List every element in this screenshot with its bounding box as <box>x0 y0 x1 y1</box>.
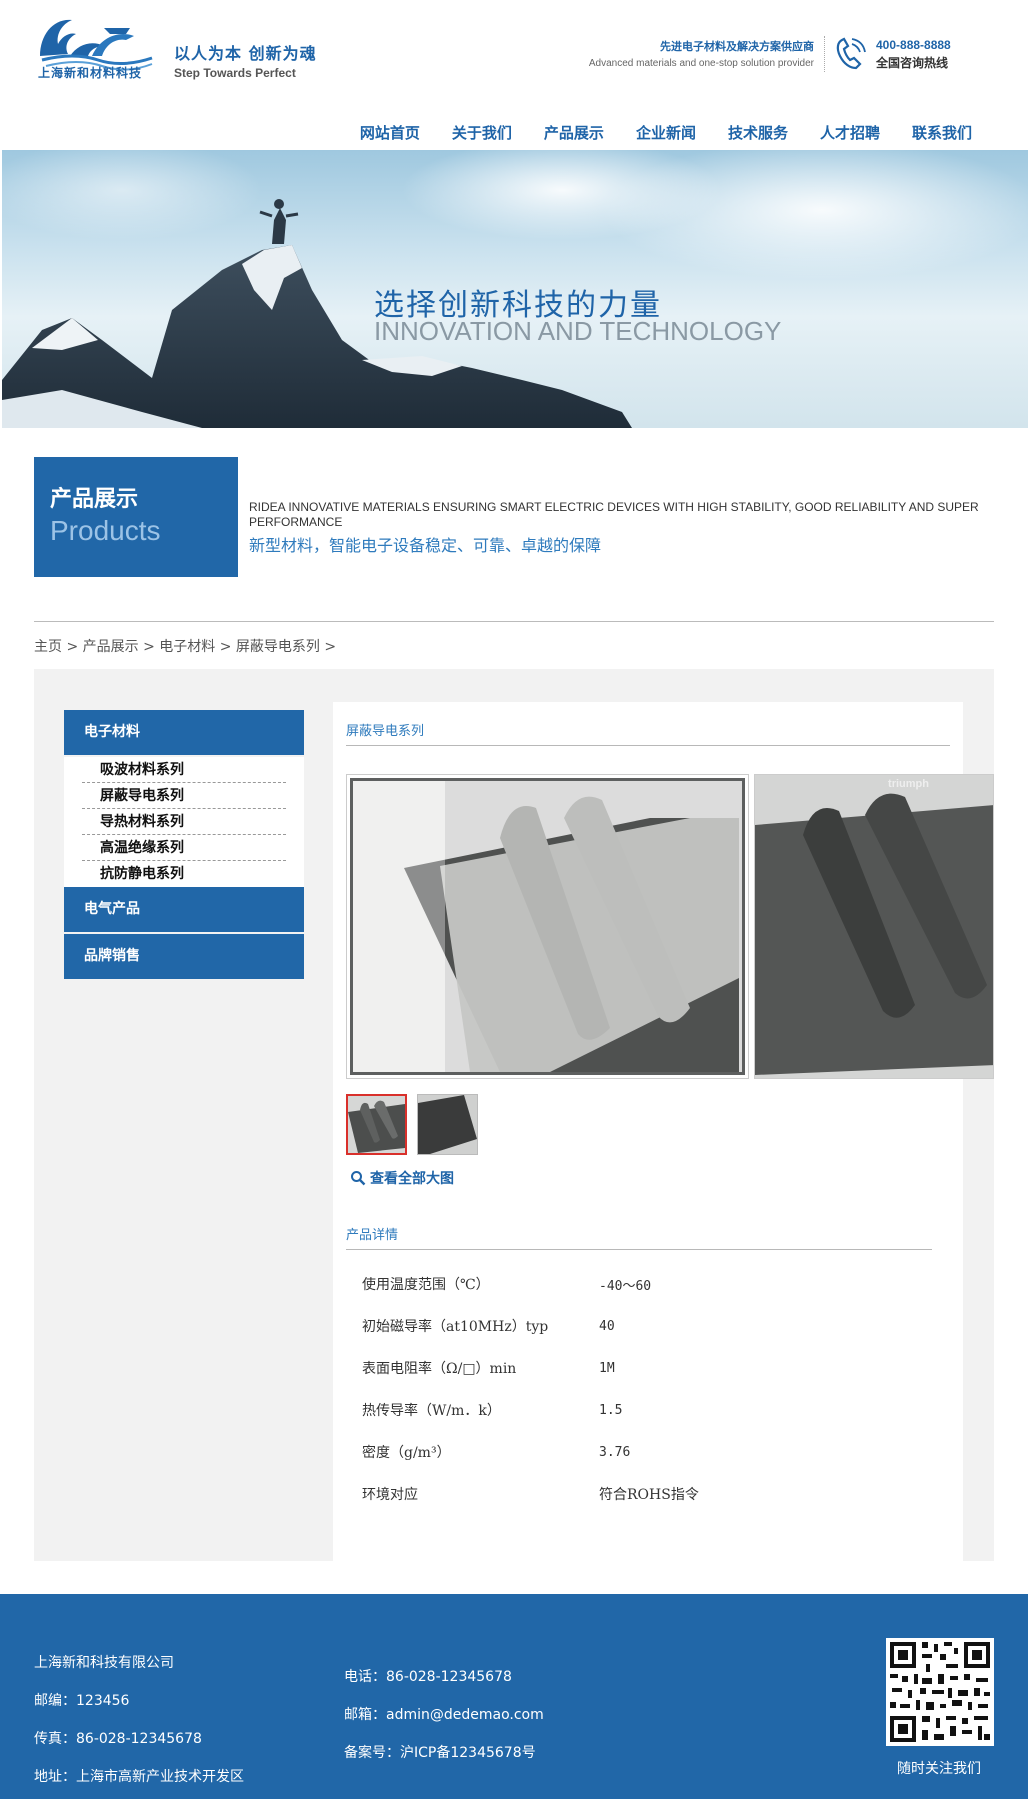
section-desc-cn: 新型材料，智能电子设备稳定、可靠、卓越的保障 <box>249 536 602 555</box>
breadcrumb-separator: > <box>219 639 236 655</box>
phone-icon <box>836 37 866 70</box>
section-desc-en: RIDEA INNOVATIVE MATERIALS ENSURING SMAR… <box>249 500 979 529</box>
spec-row: 密度（g/m³） 3.76 <box>362 1431 922 1473</box>
footer-contact-info: 电话：86-028-12345678 邮箱：admin@dedemao.com … <box>344 1658 544 1772</box>
spec-value: 3.76 <box>599 1444 631 1460</box>
provider-cn: 先进电子材料及解决方案供应商 <box>660 40 814 53</box>
breadcrumb-shielding[interactable]: 屏蔽导电系列 <box>236 639 320 655</box>
breadcrumb-separator: > <box>324 639 337 655</box>
product-content: 屏蔽导电系列 triumph 查看全部大图 产品详情 使用温度范围（℃） -40… <box>333 702 994 1561</box>
header-divider <box>824 36 825 72</box>
thumbnail-gray-sheet <box>348 1096 405 1153</box>
spec-row: 初始磁导率（at10MHz）typ 40 <box>362 1305 922 1347</box>
spec-row: 热传导率（W/m．k） 1.5 <box>362 1389 922 1431</box>
image-watermark: triumph <box>888 778 929 790</box>
spec-name: 密度（g/m³） <box>362 1445 451 1461</box>
footer-company-info: 上海新和科技有限公司 邮编：123456 传真：86-028-12345678 … <box>34 1644 244 1796</box>
provider-info: 先进电子材料及解决方案供应商 Advanced materials and on… <box>589 38 814 69</box>
view-all-images-link[interactable]: 查看全部大图 <box>350 1168 454 1188</box>
nav-item-services[interactable]: 技术服务 <box>712 122 804 143</box>
sidebar-item-shielding[interactable]: 屏蔽导电系列 <box>82 783 286 809</box>
view-all-label: 查看全部大图 <box>370 1171 454 1187</box>
spec-row: 使用温度范围（℃） -40～60 <box>362 1263 922 1305</box>
section-divider <box>34 621 994 622</box>
spec-name: 表面电阻率（Ω/□）min <box>362 1361 517 1377</box>
breadcrumb: 主页 > 产品展示 > 电子材料 > 屏蔽导电系列 > <box>34 636 336 656</box>
slogan-en: Step Towards Perfect <box>174 66 296 80</box>
breadcrumb-products[interactable]: 产品展示 <box>83 639 139 655</box>
section-title-en: Products <box>50 515 161 546</box>
spec-value: 1.5 <box>599 1402 623 1418</box>
dark-sheet-photo <box>755 775 993 1078</box>
main-content-area: 电子材料 吸波材料系列 屏蔽导电系列 导热材料系列 高温绝缘系列 抗防静电系列 … <box>34 669 994 1561</box>
hotline-number[interactable]: 400-888-8888 <box>876 38 951 52</box>
spec-name: 初始磁导率（at10MHz）typ <box>362 1319 549 1335</box>
spec-name: 热传导率（W/m．k） <box>362 1403 501 1419</box>
product-image-secondary[interactable]: triumph <box>754 774 994 1079</box>
footer-postcode: 邮编：123456 <box>34 1693 130 1709</box>
section-title-cn: 产品展示 <box>50 487 139 512</box>
breadcrumb-home[interactable]: 主页 <box>34 639 62 655</box>
sidebar-group-electrical[interactable]: 电气产品 <box>64 887 304 932</box>
nav-item-news[interactable]: 企业新闻 <box>620 122 712 143</box>
slogan: 以人为本 创新为魂 Step Towards Perfect <box>174 40 317 80</box>
spec-table: 使用温度范围（℃） -40～60 初始磁导率（at10MHz）typ 40 表面… <box>362 1263 922 1515</box>
magnifier-icon <box>351 1171 366 1186</box>
breadcrumb-electronic[interactable]: 电子材料 <box>159 639 215 655</box>
spec-name: 环境对应 <box>362 1487 418 1503</box>
sidebar-item-thermal[interactable]: 导热材料系列 <box>82 809 286 835</box>
hotline: 400-888-8888 全国咨询热线 <box>876 38 951 71</box>
sidebar-item-insulation[interactable]: 高温绝缘系列 <box>82 835 286 861</box>
thumbnail-strip <box>346 1094 478 1155</box>
breadcrumb-separator: > <box>143 639 160 655</box>
banner-title-en: INNOVATION AND TECHNOLOGY <box>374 316 782 346</box>
thumbnail-dark-sheet <box>418 1095 477 1154</box>
qr-label: 随时关注我们 <box>897 1761 981 1777</box>
gray-sheet-photo <box>350 778 745 1075</box>
sidebar-group-brand[interactable]: 品牌销售 <box>64 934 304 979</box>
product-category-title: 屏蔽导电系列 <box>346 720 950 746</box>
site-footer: 上海新和科技有限公司 邮编：123456 传真：86-028-12345678 … <box>0 1594 1028 1799</box>
spec-name: 使用温度范围（℃） <box>362 1277 490 1293</box>
page: 上海新和材料科技 以人为本 创新为魂 Step Towards Perfect … <box>0 0 1028 1799</box>
nav-item-products[interactable]: 产品展示 <box>528 122 620 143</box>
qr-code-icon <box>886 1638 994 1746</box>
provider-en: Advanced materials and one-stop solution… <box>588 58 814 69</box>
footer-company: 上海新和科技有限公司 <box>34 1655 174 1671</box>
spec-row: 表面电阻率（Ω/□）min 1M <box>362 1347 922 1389</box>
sidebar-sublist: 吸波材料系列 屏蔽导电系列 导热材料系列 高温绝缘系列 抗防静电系列 <box>64 757 304 887</box>
sidebar-item-antistatic[interactable]: 抗防静电系列 <box>82 861 286 887</box>
thumbnail-1[interactable] <box>346 1094 407 1155</box>
sidebar-item-absorbing[interactable]: 吸波材料系列 <box>82 757 286 783</box>
footer-email[interactable]: 邮箱：admin@dedemao.com <box>344 1696 544 1734</box>
hotline-label: 全国咨询热线 <box>876 56 949 70</box>
nav-item-jobs[interactable]: 人才招聘 <box>804 122 896 143</box>
spec-row: 环境对应 符合ROHS指令 <box>362 1473 922 1515</box>
product-sidebar: 电子材料 吸波材料系列 屏蔽导电系列 导热材料系列 高温绝缘系列 抗防静电系列 … <box>64 710 304 981</box>
spec-value: -40～60 <box>599 1278 652 1294</box>
nav-item-home[interactable]: 网站首页 <box>344 122 436 143</box>
spec-value: 符合ROHS指令 <box>599 1487 699 1503</box>
product-details-title: 产品详情 <box>346 1224 932 1250</box>
section-title-box: 产品展示 Products <box>34 457 238 577</box>
footer-address: 地址：上海市高新产业技术开发区 <box>34 1769 244 1785</box>
section-description: RIDEA INNOVATIVE MATERIALS ENSURING SMAR… <box>249 500 989 556</box>
spec-value: 40 <box>599 1318 615 1334</box>
thumbnail-2[interactable] <box>417 1094 478 1155</box>
logo-text: 上海新和材料科技 <box>38 66 143 80</box>
product-gallery: triumph <box>346 774 996 1084</box>
footer-fax: 传真：86-028-12345678 <box>34 1731 202 1747</box>
footer-icp[interactable]: 备案号：沪ICP备12345678号 <box>344 1734 544 1772</box>
nav-item-contact[interactable]: 联系我们 <box>896 122 988 143</box>
breadcrumb-separator: > <box>66 639 83 655</box>
main-nav: 网站首页 关于我们 产品展示 企业新闻 技术服务 人才招聘 联系我们 <box>344 122 988 143</box>
nav-item-about[interactable]: 关于我们 <box>436 122 528 143</box>
footer-phone: 电话：86-028-12345678 <box>344 1669 512 1685</box>
spec-value: 1M <box>599 1360 615 1376</box>
hero-banner: 选择创新科技的力量 INNOVATION AND TECHNOLOGY <box>2 150 1028 428</box>
site-header: 上海新和材料科技 以人为本 创新为魂 Step Towards Perfect … <box>0 0 1028 150</box>
slogan-cn: 以人为本 创新为魂 <box>174 44 317 63</box>
product-image-main[interactable] <box>346 774 749 1079</box>
sidebar-group-electronic[interactable]: 电子材料 <box>64 710 304 755</box>
